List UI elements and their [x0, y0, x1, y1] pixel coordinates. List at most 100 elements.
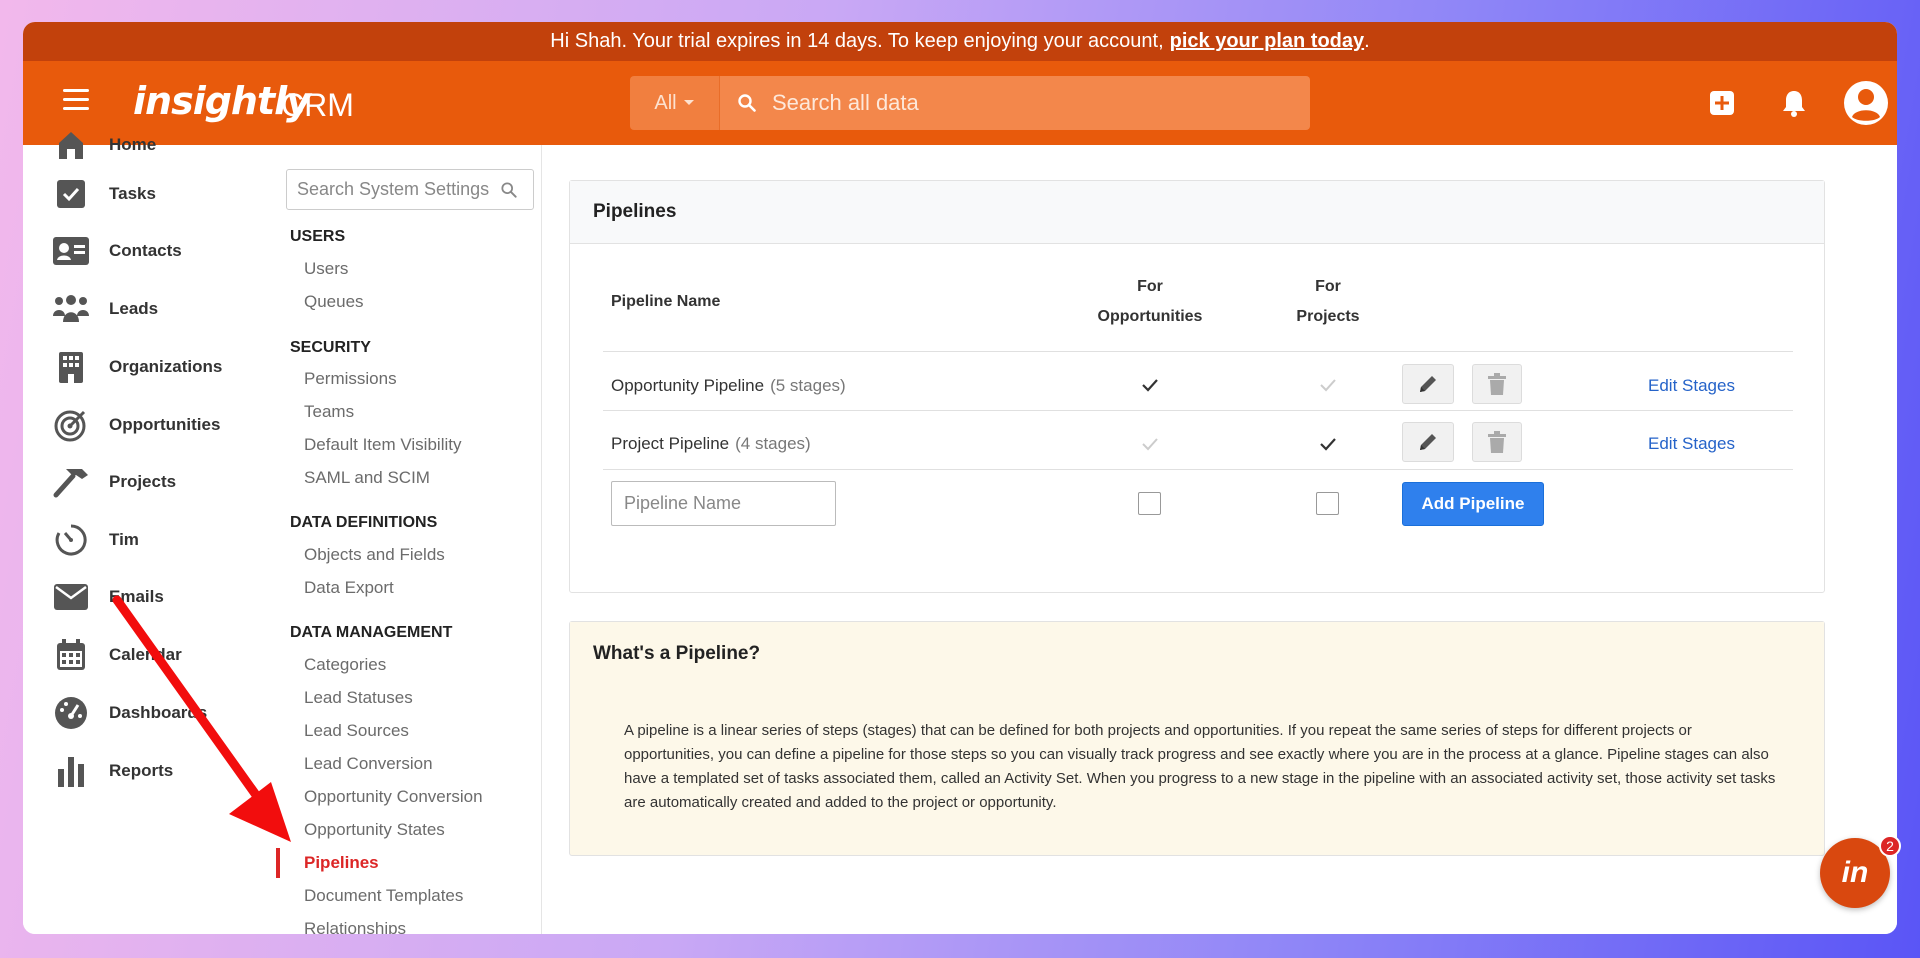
settings-search-input[interactable] — [297, 179, 497, 200]
search-input[interactable] — [772, 90, 1292, 116]
search-scope-label: All — [654, 91, 677, 114]
nav-label: Organizations — [109, 357, 223, 376]
settings-link-data-export[interactable]: Data Export — [304, 578, 394, 598]
settings-link-default-visibility[interactable]: Default Item Visibility — [304, 435, 461, 455]
delete-pipeline-button[interactable] — [1472, 364, 1522, 404]
main-content: Pipelines Pipeline Name For Opportunitie… — [543, 145, 1897, 934]
active-indicator — [276, 848, 280, 878]
pipelines-title: Pipelines — [570, 181, 1824, 244]
add-new-icon[interactable] — [1709, 61, 1735, 145]
trial-banner: Hi Shah. Your trial expires in 14 days. … — [23, 22, 1897, 61]
pencil-icon — [1420, 376, 1436, 392]
nav-label: Calendar — [109, 645, 182, 664]
settings-link-lead-conversion[interactable]: Lead Conversion — [304, 754, 433, 774]
pipeline-name: Opportunity Pipeline — [611, 376, 765, 395]
nav-item-organizations[interactable]: Organizations — [51, 347, 222, 387]
nav-label: Reports — [109, 761, 174, 780]
pick-plan-link[interactable]: pick your plan today — [1170, 30, 1364, 53]
target-icon — [54, 410, 86, 442]
settings-link-lead-statuses[interactable]: Lead Statuses — [304, 688, 413, 708]
nav-item-reports[interactable]: Reports — [51, 751, 173, 791]
search-icon — [501, 181, 517, 198]
nav-item-home[interactable]: Home — [51, 125, 156, 165]
stopwatch-icon — [55, 524, 87, 556]
settings-link-teams[interactable]: Teams — [304, 402, 354, 422]
settings-link-opportunity-states[interactable]: Opportunity States — [304, 820, 445, 840]
trial-text: Hi Shah. Your trial expires in 14 days. … — [550, 30, 1164, 52]
nav-label: Opportunities — [109, 415, 221, 434]
for-opportunities-checkbox[interactable] — [1138, 492, 1161, 515]
search-scope-dropdown[interactable]: All — [630, 76, 720, 130]
pipeline-stages: (4 stages) — [735, 434, 811, 453]
section-data-definitions: DATA DEFINITIONS — [290, 514, 438, 531]
settings-link-document-templates[interactable]: Document Templates — [304, 886, 463, 906]
envelope-icon — [54, 584, 88, 610]
calendar-icon — [57, 639, 85, 670]
bell-icon[interactable] — [1779, 61, 1809, 145]
main-nav: Home Tasks Contacts Leads Organizations … — [23, 132, 273, 934]
col-for-opportunities: For Opportunities — [1080, 272, 1220, 332]
nav-item-opportunities[interactable]: Opportunities — [51, 405, 220, 445]
row-divider — [603, 410, 1793, 411]
for-projects-checkbox[interactable] — [1316, 492, 1339, 515]
row-divider — [603, 469, 1793, 470]
settings-link-queues[interactable]: Queues — [304, 292, 364, 312]
settings-link-relationships[interactable]: Relationships — [304, 919, 406, 934]
nav-label: Dashboards — [109, 703, 208, 722]
contact-card-icon — [53, 237, 89, 265]
info-title: What's a Pipeline? — [570, 622, 1824, 685]
col-for-projects: For Projects — [1258, 272, 1398, 332]
gauge-icon — [55, 697, 87, 729]
settings-link-lead-sources[interactable]: Lead Sources — [304, 721, 409, 741]
check-faded-icon — [1142, 438, 1158, 451]
check-square-icon — [57, 180, 85, 208]
app-window: Hi Shah. Your trial expires in 14 days. … — [23, 22, 1897, 934]
check-icon — [1320, 438, 1336, 451]
edit-stages-link[interactable]: Edit Stages — [1648, 376, 1735, 396]
nav-item-tasks[interactable]: Tasks — [51, 174, 156, 214]
nav-item-projects[interactable]: Projects — [51, 462, 176, 502]
edit-pipeline-button[interactable] — [1402, 422, 1454, 462]
settings-link-objects-fields[interactable]: Objects and Fields — [304, 545, 445, 565]
row-divider — [603, 351, 1793, 352]
nav-item-dashboards[interactable]: Dashboards — [51, 693, 207, 733]
nav-item-contacts[interactable]: Contacts — [51, 231, 182, 271]
check-icon — [1142, 379, 1158, 392]
nav-label: Tasks — [109, 184, 156, 203]
nav-item-leads[interactable]: Leads — [51, 289, 158, 329]
new-pipeline-name-input[interactable] — [611, 481, 836, 526]
trash-icon — [1488, 431, 1506, 453]
add-pipeline-button[interactable]: Add Pipeline — [1402, 482, 1544, 526]
edit-stages-link[interactable]: Edit Stages — [1648, 434, 1735, 454]
settings-search — [286, 169, 534, 210]
user-avatar-icon[interactable] — [1843, 61, 1889, 145]
edit-pipeline-button[interactable] — [1402, 364, 1454, 404]
info-body: A pipeline is a linear series of steps (… — [624, 722, 1776, 811]
col-pipeline-name: Pipeline Name — [611, 293, 721, 310]
table-row: Opportunity Pipeline (5 stages) — [611, 376, 846, 396]
table-row: Project Pipeline (4 stages) — [611, 434, 811, 454]
trash-icon — [1488, 373, 1506, 395]
settings-link-users[interactable]: Users — [304, 259, 348, 279]
search-icon — [738, 94, 756, 112]
nav-label: Contacts — [109, 241, 182, 260]
nav-item-calendar[interactable]: Calendar — [51, 635, 182, 675]
info-panel: What's a Pipeline? A pipeline is a linea… — [569, 621, 1825, 856]
nav-item-emails[interactable]: Emails — [51, 577, 164, 617]
section-data-management: DATA MANAGEMENT — [290, 624, 453, 641]
settings-link-categories[interactable]: Categories — [304, 655, 386, 675]
hammer-icon — [53, 469, 88, 498]
pipeline-stages: (5 stages) — [770, 376, 846, 395]
nav-label: Tim — [109, 530, 139, 549]
settings-link-permissions[interactable]: Permissions — [304, 369, 397, 389]
pencil-icon — [1420, 434, 1436, 450]
settings-link-opportunity-conversion[interactable]: Opportunity Conversion — [304, 787, 483, 807]
chat-badge: 2 — [1879, 835, 1901, 857]
nav-item-time[interactable]: Tim — [51, 520, 139, 560]
settings-link-saml[interactable]: SAML and SCIM — [304, 468, 430, 488]
search-box — [720, 76, 1310, 130]
delete-pipeline-button[interactable] — [1472, 422, 1522, 462]
menu-icon[interactable] — [63, 89, 89, 111]
col-proj-line2: Projects — [1296, 308, 1360, 325]
settings-link-pipelines[interactable]: Pipelines — [304, 853, 379, 873]
